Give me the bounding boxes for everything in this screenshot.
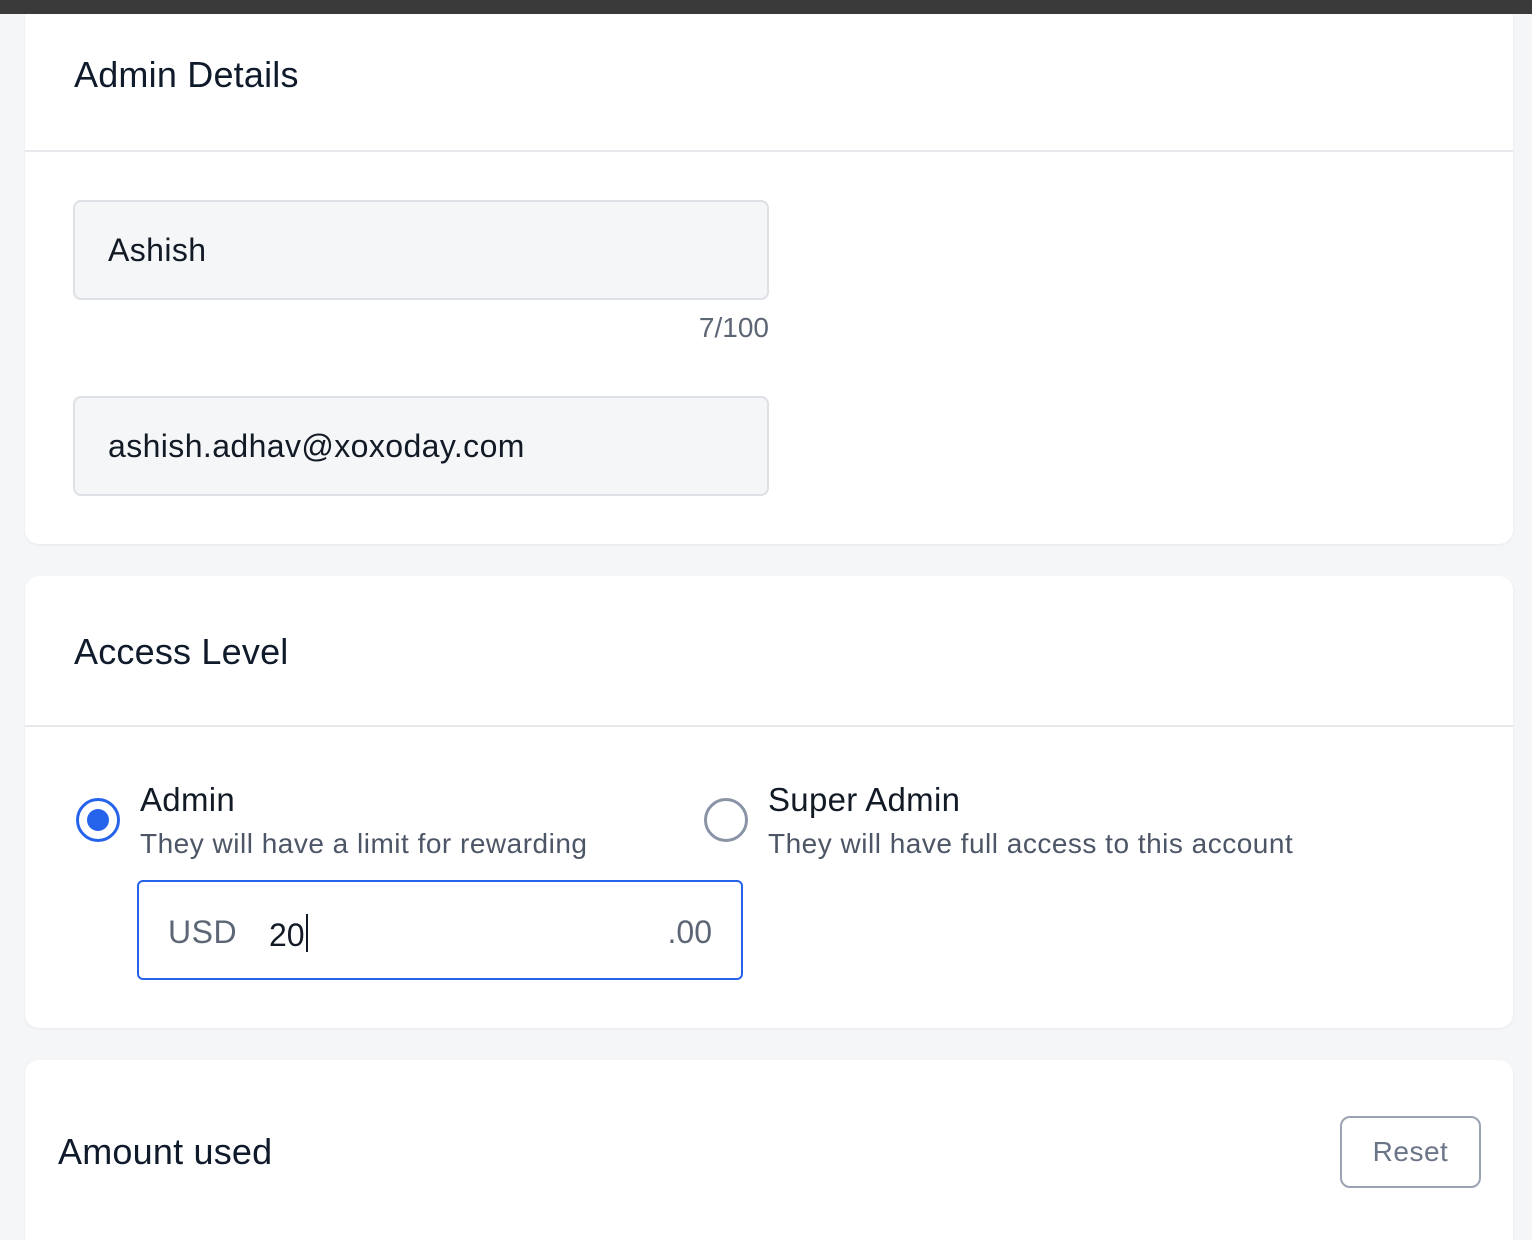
top-bar <box>0 0 1532 14</box>
name-field-value: Ashish <box>108 231 207 268</box>
amount-used-card: Amount used Reset <box>25 1060 1513 1240</box>
limit-decimals: .00 <box>667 914 712 950</box>
admin-details-card: Admin Details Ashish 7/100 ashish.adhav@… <box>25 14 1513 544</box>
amount-used-title: Amount used <box>58 1131 273 1172</box>
super-admin-option-label[interactable]: Super Admin <box>768 781 960 819</box>
limit-value-wrap: 20 <box>269 914 308 954</box>
limit-value: 20 <box>269 917 305 953</box>
admin-radio[interactable] <box>76 798 120 842</box>
super-admin-radio[interactable] <box>704 798 748 842</box>
reset-button[interactable]: Reset <box>1340 1116 1481 1188</box>
admin-details-divider <box>25 150 1513 152</box>
super-admin-option-description: They will have full access to this accou… <box>768 828 1294 859</box>
name-char-count: 7/100 <box>698 312 769 343</box>
access-level-divider <box>25 725 1513 727</box>
reward-limit-input[interactable]: USD 20 .00 <box>137 880 743 980</box>
access-level-title: Access Level <box>74 631 289 672</box>
currency-label: USD <box>168 914 238 950</box>
admin-option-description: They will have a limit for rewarding <box>140 828 588 859</box>
admin-option-label[interactable]: Admin <box>140 781 235 819</box>
admin-details-title: Admin Details <box>74 54 299 95</box>
text-caret <box>305 914 308 952</box>
email-field[interactable]: ashish.adhav@xoxoday.com <box>73 396 769 496</box>
name-field[interactable]: Ashish <box>73 200 769 300</box>
access-level-card: Access Level Admin They will have a limi… <box>25 576 1513 1028</box>
email-field-value: ashish.adhav@xoxoday.com <box>108 427 525 464</box>
